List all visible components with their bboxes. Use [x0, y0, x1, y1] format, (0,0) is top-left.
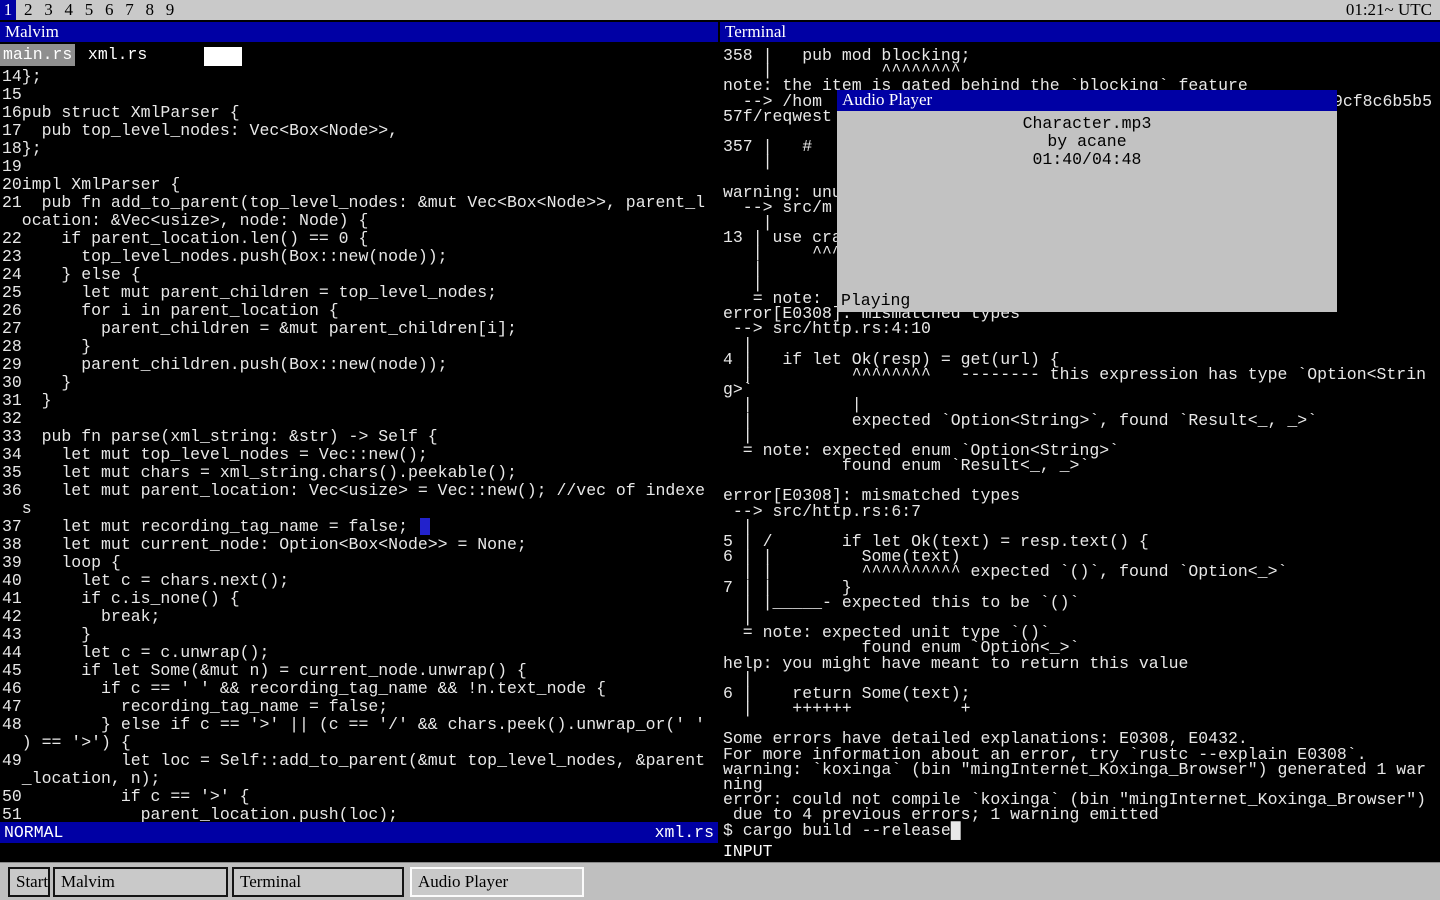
audio-player-window: Audio Player Character.mp3 by acane 01:4… — [837, 90, 1337, 312]
code-line: 25 let mut parent_children = top_level_n… — [2, 284, 716, 302]
tab-xml-rs[interactable]: xml.rs — [85, 44, 150, 66]
code-line: 42 break; — [2, 608, 716, 626]
code-line: 19 — [2, 158, 716, 176]
editor-buffer[interactable]: 14};1516pub struct XmlParser {17 pub top… — [2, 68, 716, 824]
vim-statusbar: NORMAL xml.rs — [0, 822, 718, 843]
code-line: 26 for i in parent_location { — [2, 302, 716, 320]
malvim-tabbar: main.rs xml.rs — [0, 44, 718, 66]
taskbar-item-audio-player[interactable]: Audio Player — [410, 867, 584, 897]
audio-player-titlebar[interactable]: Audio Player — [837, 90, 1337, 111]
code-line: 40 let c = chars.next(); — [2, 572, 716, 590]
playback-status: Playing — [841, 292, 910, 310]
code-line: 43 } — [2, 626, 716, 644]
workspace-9[interactable]: 9 — [162, 0, 178, 20]
taskbar: Start Malvim Terminal Audio Player — [0, 862, 1440, 900]
code-line: 46 if c == ' ' && recording_tag_name && … — [2, 680, 716, 698]
malvim-window: Malvim main.rs xml.rs 14};1516pub struct… — [0, 22, 718, 862]
track-name: Character.mp3 — [837, 115, 1337, 133]
taskbar-item-malvim[interactable]: Malvim — [53, 867, 228, 897]
code-line: 49 let loc = Self::add_to_parent(&mut to… — [2, 752, 716, 770]
code-line: 39 loop { — [2, 554, 716, 572]
malvim-titlebar: Malvim — [0, 22, 718, 42]
code-line: 22 if parent_location.len() == 0 { — [2, 230, 716, 248]
taskbar-item-terminal[interactable]: Terminal — [232, 867, 404, 897]
code-line: 48 } else if c == '>' || (c == '/' && ch… — [2, 716, 716, 734]
track-artist: by acane — [837, 133, 1337, 151]
code-line: ) == '>') { — [2, 734, 716, 752]
tab-main-rs[interactable]: main.rs — [0, 44, 75, 66]
terminal-line-right: 9cf8c6b5b5 — [1333, 94, 1432, 109]
editor-cursor — [420, 518, 430, 535]
workspace-5[interactable]: 5 — [81, 0, 97, 20]
code-line: 15 — [2, 86, 716, 104]
terminal-line: | ++++++ + — [723, 701, 1437, 716]
tabline-fill — [204, 47, 242, 66]
code-line: 38 let mut current_node: Option<Box<Node… — [2, 536, 716, 554]
terminal-line: | expected `Option<String>`, found `Resu… — [723, 413, 1437, 428]
code-line: 47 recording_tag_name = false; — [2, 698, 716, 716]
code-line: 32 — [2, 410, 716, 428]
terminal-line: help: you might have meant to return thi… — [723, 656, 1437, 671]
vim-mode: NORMAL — [4, 822, 63, 843]
terminal-line: warning: `koxinga` (bin "mingInternet_Ko… — [723, 762, 1437, 777]
audio-player-body: Character.mp3 by acane 01:40/04:48 Playi… — [837, 111, 1337, 312]
terminal-mode-indicator: INPUT — [723, 844, 773, 860]
vim-filename: xml.rs — [655, 822, 714, 843]
terminal-line: --> src/http.rs:4:10 — [723, 321, 1437, 336]
code-line: 41 if c.is_none() { — [2, 590, 716, 608]
desktop: 1 2 3 4 5 6 7 8 9 01:21~ UTC Malvim main… — [0, 0, 1440, 900]
workspace-2[interactable]: 2 — [20, 0, 36, 20]
code-line: 37 let mut recording_tag_name = false; — [2, 518, 716, 536]
workspace-3[interactable]: 3 — [41, 0, 57, 20]
code-line: _location, n); — [2, 770, 716, 788]
code-line: s — [2, 500, 716, 518]
start-button[interactable]: Start — [8, 867, 50, 897]
workspace-7[interactable]: 7 — [122, 0, 138, 20]
code-line: 28 } — [2, 338, 716, 356]
clock: 01:21~ UTC — [1346, 0, 1432, 20]
code-line: 34 let mut top_level_nodes = Vec::new(); — [2, 446, 716, 464]
code-line: 44 let c = c.unwrap(); — [2, 644, 716, 662]
terminal-line: | |_____- expected this to be `()` — [723, 595, 1437, 610]
code-line: 20impl XmlParser { — [2, 176, 716, 194]
code-line: 23 top_level_nodes.push(Box::new(node)); — [2, 248, 716, 266]
code-line: 14}; — [2, 68, 716, 86]
terminal-line: --> src/http.rs:6:7 — [723, 504, 1437, 519]
code-line: 31 } — [2, 392, 716, 410]
workspace-bar: 1 2 3 4 5 6 7 8 9 01:21~ UTC — [0, 0, 1440, 22]
workspace-6[interactable]: 6 — [101, 0, 117, 20]
code-line: 30 } — [2, 374, 716, 392]
code-line: 27 parent_children = &mut parent_childre… — [2, 320, 716, 338]
code-line: 29 parent_children.push(Box::new(node)); — [2, 356, 716, 374]
code-line: 45 if let Some(&mut n) = current_node.un… — [2, 662, 716, 680]
code-line: 33 pub fn parse(xml_string: &str) -> Sel… — [2, 428, 716, 446]
terminal-line: $ cargo build --release█ — [723, 823, 1437, 838]
code-line: 21 pub fn add_to_parent(top_level_nodes:… — [2, 194, 716, 212]
workspace-4[interactable]: 4 — [61, 0, 77, 20]
terminal-titlebar: Terminal — [720, 22, 1440, 42]
code-line: 24 } else { — [2, 266, 716, 284]
code-line: 35 let mut chars = xml_string.chars().pe… — [2, 464, 716, 482]
terminal-line: found enum `Result<_, _>` — [723, 458, 1437, 473]
terminal-line: | ^^^^^^^^ -------- this expression has … — [723, 367, 1437, 382]
workspace-1[interactable]: 1 — [0, 0, 16, 20]
code-line: 16pub struct XmlParser { — [2, 104, 716, 122]
code-line: 17 pub top_level_nodes: Vec<Box<Node>>, — [2, 122, 716, 140]
code-line: 18}; — [2, 140, 716, 158]
track-time: 01:40/04:48 — [837, 151, 1337, 169]
code-line: 50 if c == '>' { — [2, 788, 716, 806]
workspace-8[interactable]: 8 — [142, 0, 158, 20]
code-line: ocation: &Vec<usize>, node: Node) { — [2, 212, 716, 230]
code-line: 36 let mut parent_location: Vec<usize> =… — [2, 482, 716, 500]
